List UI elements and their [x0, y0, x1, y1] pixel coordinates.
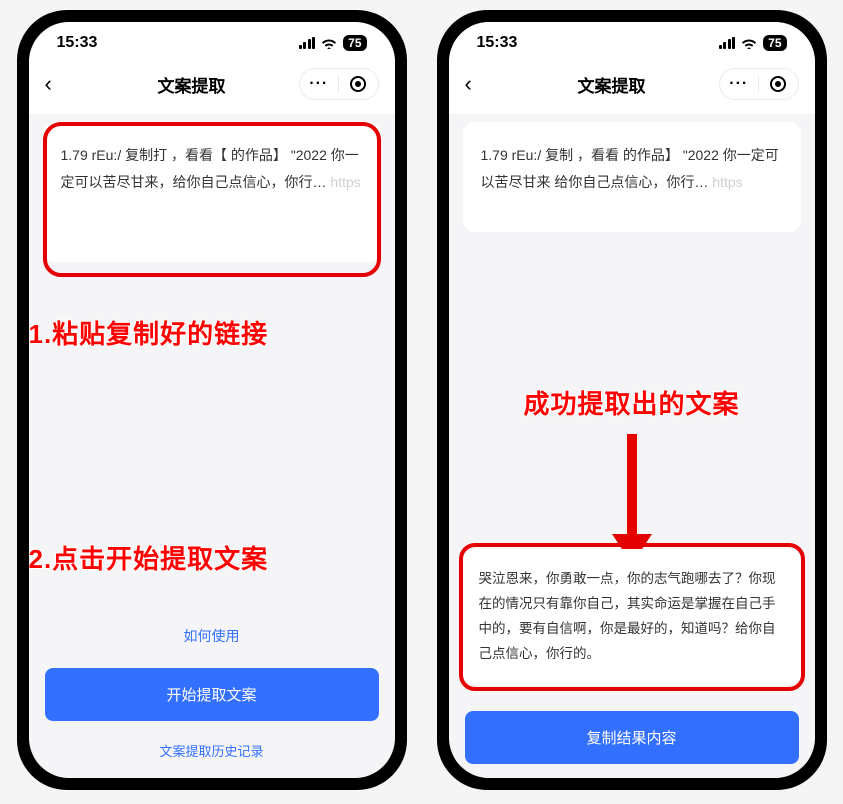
menu-close-button[interactable]	[339, 76, 378, 92]
how-to-use-link[interactable]: 如何使用	[43, 614, 381, 658]
input-text: 1.79 rEu:/ 复制 ，看看 的作品】 "2022 你一定可以苦尽甘来 给…	[481, 142, 783, 195]
bottom-area: 哭泣恩来，你勇敢一点，你的志气跑哪去了？你现在的情况只有靠你自己，其实命运是掌握…	[463, 549, 801, 770]
menu-close-button[interactable]	[759, 76, 798, 92]
battery-badge: 75	[763, 35, 786, 51]
capsule-menu: ···	[299, 68, 379, 100]
input-seg-2: ，看看	[577, 147, 619, 163]
back-button[interactable]: ‹	[45, 71, 85, 97]
status-time: 15:33	[57, 34, 98, 52]
target-icon	[770, 76, 786, 92]
target-icon	[350, 76, 366, 92]
screen-right: 15:33 75 ‹ 文案提取 ··· 1.79 rEu:/ 复制 ，看看 的作…	[449, 22, 815, 778]
signal-icon	[299, 37, 316, 49]
input-card[interactable]: 1.79 rEu:/ 复制 ，看看 的作品】 "2022 你一定可以苦尽甘来 给…	[463, 122, 801, 232]
input-seg-1: 1.79 rEu:/ 复制	[481, 147, 574, 163]
result-card: 哭泣恩来，你勇敢一点，你的志气跑哪去了？你现在的情况只有靠你自己，其实命运是掌握…	[463, 549, 801, 685]
nav-bar: ‹ 文案提取 ···	[449, 58, 815, 114]
input-url: https	[330, 174, 360, 190]
page-title: 文案提取	[505, 72, 719, 97]
content-area: 1.79 rEu:/ 复制 ，看看 的作品】 "2022 你一定可以苦尽甘来 给…	[449, 114, 815, 778]
input-seg-1: 1.79 rEu:/ 复制打	[61, 147, 168, 163]
bottom-area: 如何使用 开始提取文案 文案提取历史记录	[43, 614, 381, 770]
capsule-menu: ···	[719, 68, 799, 100]
page-title: 文案提取	[85, 72, 299, 97]
screen-left: 15:33 75 ‹ 文案提取 ··· 1.79 rEu:/ 复制打 ，看看【 …	[29, 22, 395, 778]
back-button[interactable]: ‹	[465, 71, 505, 97]
menu-more-button[interactable]: ···	[720, 75, 760, 93]
wifi-icon	[741, 37, 757, 49]
status-bar: 15:33 75	[29, 22, 395, 58]
nav-bar: ‹ 文案提取 ···	[29, 58, 395, 114]
status-bar: 15:33 75	[449, 22, 815, 58]
phone-right: 15:33 75 ‹ 文案提取 ··· 1.79 rEu:/ 复制 ，看看 的作…	[437, 10, 827, 790]
copy-result-button[interactable]: 复制结果内容	[465, 711, 799, 764]
status-time: 15:33	[477, 34, 518, 52]
status-right: 75	[719, 35, 787, 51]
input-card[interactable]: 1.79 rEu:/ 复制打 ，看看【 的作品】 "2022 你一定可以苦尽甘来…	[43, 122, 381, 262]
signal-icon	[719, 37, 736, 49]
battery-badge: 75	[343, 35, 366, 51]
wifi-icon	[321, 37, 337, 49]
status-right: 75	[299, 35, 367, 51]
extract-button[interactable]: 开始提取文案	[45, 668, 379, 721]
phone-left: 15:33 75 ‹ 文案提取 ··· 1.79 rEu:/ 复制打 ，看看【 …	[17, 10, 407, 790]
menu-more-button[interactable]: ···	[300, 75, 340, 93]
input-url: https	[712, 174, 742, 190]
content-area: 1.79 rEu:/ 复制打 ，看看【 的作品】 "2022 你一定可以苦尽甘来…	[29, 114, 395, 778]
history-link[interactable]: 文案提取历史记录	[43, 731, 381, 764]
input-text: 1.79 rEu:/ 复制打 ，看看【 的作品】 "2022 你一定可以苦尽甘来…	[61, 142, 363, 195]
input-seg-2: ，看看【	[171, 147, 227, 163]
